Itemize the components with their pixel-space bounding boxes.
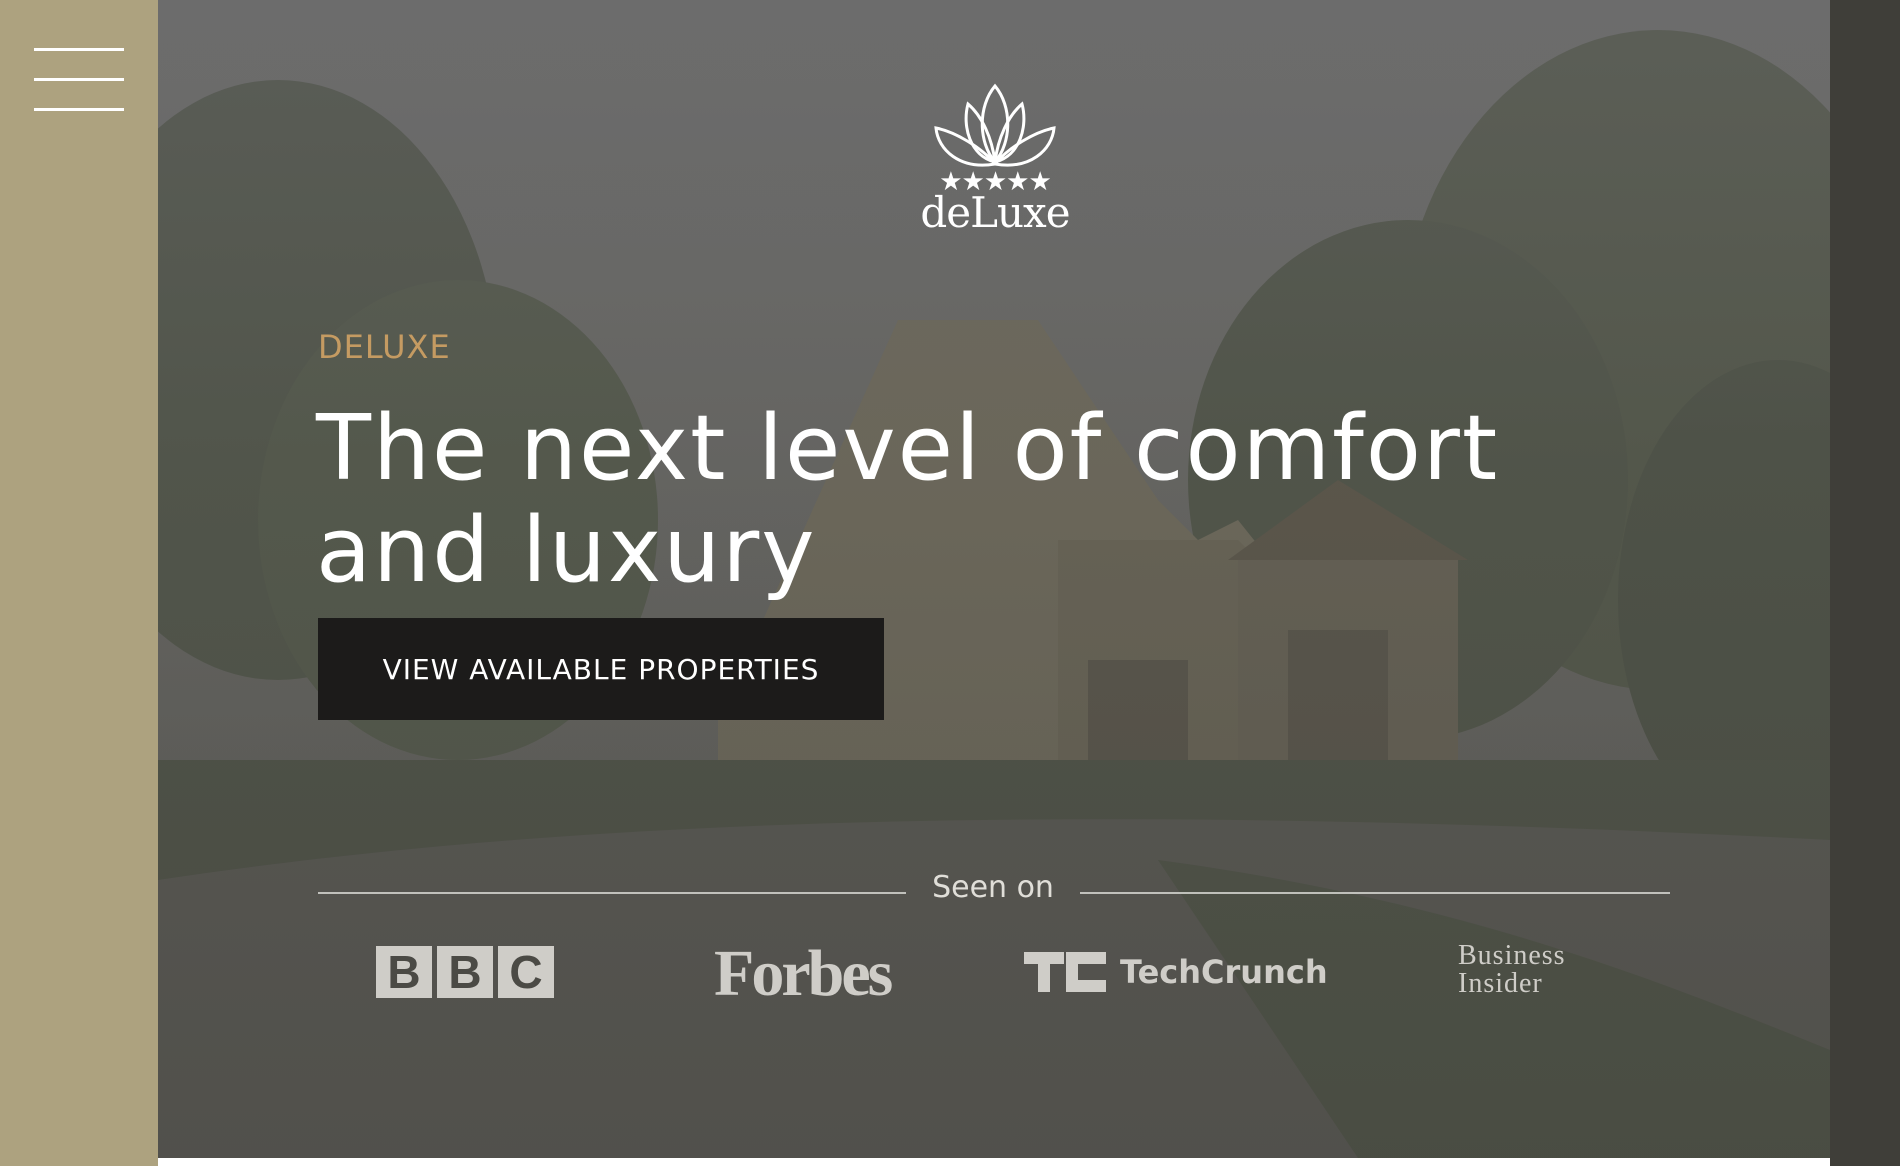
techcrunch-logo: TechCrunch (1024, 952, 1328, 992)
site-logo[interactable]: ★★★★★ deLuxe (915, 82, 1075, 242)
hero-section: ★★★★★ deLuxe DELUXE The next level of co… (158, 0, 1830, 1158)
techcrunch-mark-icon (1024, 952, 1106, 992)
bbc-letter: B (437, 946, 493, 998)
right-edge-panel (1830, 0, 1900, 1166)
hamburger-menu-icon[interactable] (34, 48, 124, 112)
menu-line (34, 48, 124, 51)
techcrunch-wordmark: TechCrunch (1120, 953, 1328, 991)
page-bottom-strip (158, 1158, 1830, 1166)
bbc-logo: B B C (376, 946, 554, 998)
menu-line (34, 78, 124, 81)
menu-line (34, 108, 124, 111)
seen-on-label: Seen on (932, 870, 1054, 905)
forbes-logo: Forbes (714, 937, 893, 1010)
hero-headline: The next level of comfort and luxury (316, 396, 1500, 603)
view-properties-button[interactable]: VIEW AVAILABLE PROPERTIES (318, 618, 884, 720)
bbc-letter: B (376, 946, 432, 998)
divider-line (1080, 892, 1670, 894)
bbc-letter: C (498, 946, 554, 998)
press-divider: Seen on (318, 870, 1670, 910)
divider-line (318, 892, 906, 894)
business-insider-logo: Business Insider (1458, 942, 1566, 998)
hero-eyebrow: DELUXE (318, 328, 451, 366)
lotus-icon (934, 83, 1056, 167)
logo-wordmark: deLuxe (920, 188, 1070, 237)
sidebar (0, 0, 158, 1166)
business-insider-line: Insider (1458, 968, 1543, 999)
business-insider-line: Business (1458, 940, 1566, 971)
page: ★★★★★ deLuxe DELUXE The next level of co… (0, 0, 1900, 1166)
